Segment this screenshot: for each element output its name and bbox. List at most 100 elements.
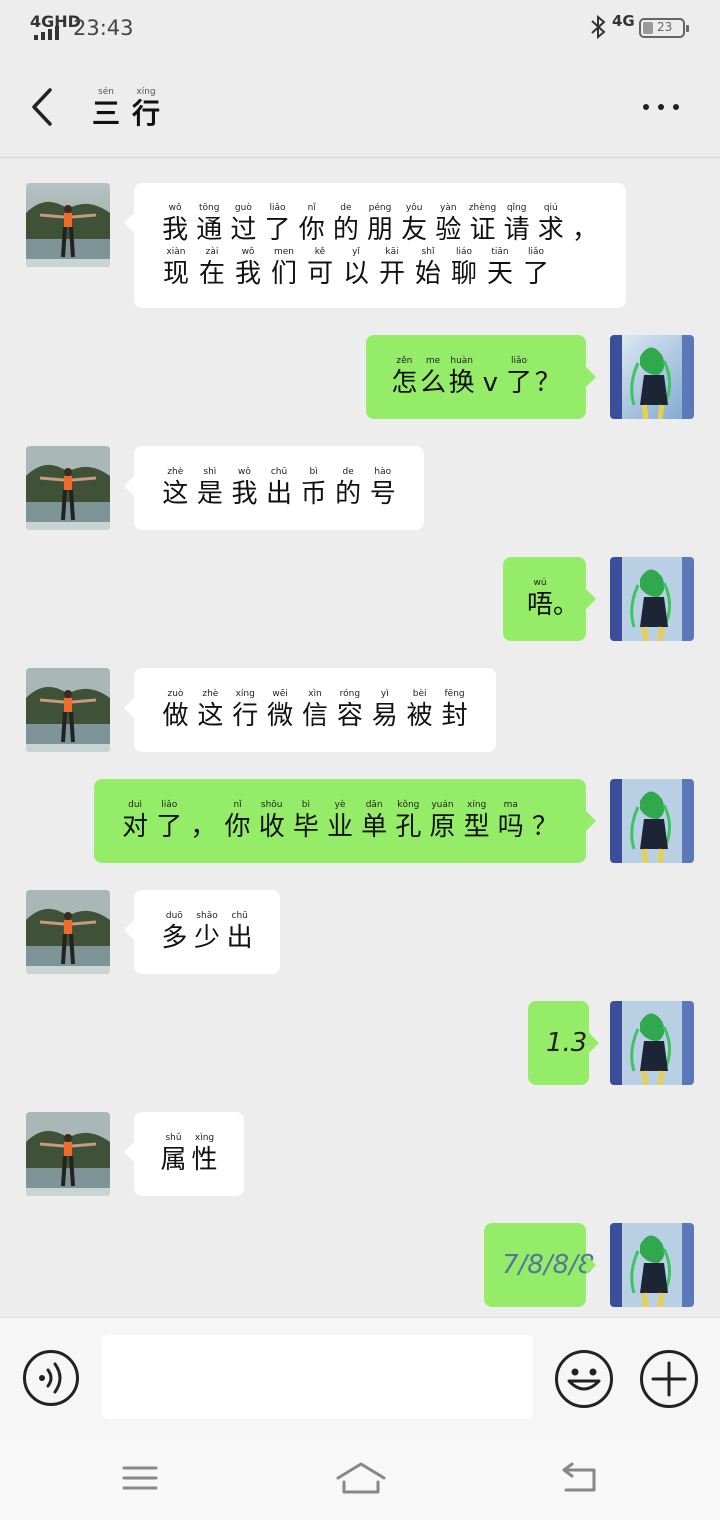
plus-icon[interactable] (639, 1349, 699, 1409)
hanzi: 请 (503, 214, 530, 245)
pinyin: shǎo (196, 911, 218, 921)
ruby-char: wǒ 我 (227, 466, 262, 510)
ruby-char: me 么 (419, 355, 448, 399)
hanzi: 这 (162, 479, 189, 509)
hanzi: 号 (369, 479, 396, 509)
ruby-char: wǒ 我 (230, 246, 266, 290)
message-bubble-out[interactable]: wú 唔。 (503, 557, 596, 641)
contact-avatar[interactable] (26, 1112, 110, 1196)
pinyin: bì (301, 800, 310, 810)
pinyin: bì (309, 467, 318, 477)
message-bubble-out[interactable]: zěn 怎 me 么 huàn 换 v liǎo 了？ (366, 335, 596, 419)
hanzi: 始 (414, 258, 441, 289)
ruby-char: liǎo 了 (260, 202, 294, 246)
ruby-char: péng 朋 (363, 202, 397, 246)
hanzi: 单 (361, 812, 388, 842)
ruby-char: kāi 开 (374, 246, 410, 290)
pinyin: liǎo (527, 246, 545, 257)
emoji-icon[interactable] (554, 1349, 614, 1409)
message-bubble-in[interactable]: zhè 这 shì 是 wǒ 我 chū 出 bì 币 de 的 hào 号 (124, 446, 424, 530)
hanzi: 业 (327, 812, 354, 842)
contact-avatar[interactable] (26, 446, 110, 530)
ruby-char: guò 过 (226, 202, 260, 246)
hanzi: 么 (420, 368, 447, 398)
my-avatar[interactable] (610, 557, 694, 641)
pinyin: duì (128, 800, 143, 810)
message-bubble-in[interactable]: shǔ 属 xìng 性 (124, 1112, 244, 1196)
input-bar (0, 1317, 720, 1436)
message-bubble-out[interactable]: duì 对 liǎo 了， nǐ 你 shōu 收 bì 毕 yè 业 dān 单 kǒng 孔 yuán 原 xí… (94, 779, 596, 863)
hanzi: 出 (266, 479, 293, 509)
hanzi: 你 (224, 812, 251, 842)
menu-icon[interactable] (120, 1462, 160, 1494)
ruby-char: liǎo 了 (505, 355, 534, 399)
hanzi: 币 (300, 479, 327, 509)
hanzi: 了 (522, 258, 549, 289)
back-arrow-icon[interactable] (22, 82, 66, 132)
voice-icon[interactable] (22, 1349, 80, 1407)
contact-avatar[interactable] (26, 890, 110, 974)
home-icon[interactable] (334, 1458, 388, 1498)
my-avatar[interactable] (610, 1223, 694, 1307)
ruby-char: ， (568, 202, 602, 246)
pinyin: péng (368, 202, 392, 213)
pinyin: duō (165, 911, 183, 921)
pinyin: yì (380, 689, 389, 699)
ruby-char: shì 是 (193, 466, 228, 510)
hanzi: 的 (332, 214, 359, 245)
pinyin: nǐ (233, 800, 242, 810)
hanzi: ， (571, 214, 598, 245)
ruby-char: qǐng 请 (500, 202, 534, 246)
my-avatar[interactable] (610, 779, 694, 863)
message-text: 1.3 (546, 1028, 588, 1058)
hanzi: 的 (335, 479, 362, 509)
hanzi: 可 (306, 258, 333, 289)
hanzi: ？ (534, 368, 561, 398)
hanzi: 行 (232, 701, 259, 731)
hanzi: 信 (302, 701, 329, 731)
message-input[interactable] (102, 1335, 533, 1419)
contact-avatar[interactable] (26, 183, 110, 267)
status-bar: 4GHD 23:43 4G 23 (0, 0, 720, 56)
hanzi: 易 (371, 701, 398, 731)
pinyin: qǐng (506, 202, 527, 213)
back-icon[interactable] (558, 1460, 602, 1496)
pinyin: wǒ (241, 246, 255, 257)
ruby-char: kě 可 (302, 246, 338, 290)
ruby-char: xìn 信 (298, 688, 333, 732)
hanzi: 性 (191, 1145, 218, 1175)
pinyin: liǎo (511, 356, 528, 366)
ruby-char: huàn 换 (447, 355, 476, 399)
hanzi: 我 (162, 214, 189, 245)
system-nav-bar (0, 1436, 720, 1520)
ruby-char: ？ (528, 799, 562, 843)
ruby-char: xíng 行 (128, 86, 164, 130)
hanzi: 验 (435, 214, 462, 245)
message-bubble-out[interactable]: 7/8/8/8 (484, 1223, 596, 1307)
message-bubble-in[interactable]: zuò 做 zhè 这 xíng 行 wēi 微 xìn 信 róng 容 yì 易 bèi 被 fēng 封 (124, 668, 496, 752)
message-list[interactable]: wǒ 我 tōng 通 guò 过 liǎo 了 nǐ 你 de 的 péng 朋 yǒu 友 yàn 验 zhèn… (0, 159, 720, 1317)
more-options-icon[interactable] (636, 92, 686, 122)
pinyin: yàn (440, 202, 457, 213)
hanzi: 聊 (450, 258, 477, 289)
hanzi: 容 (336, 701, 363, 731)
hanzi: ？ (531, 812, 558, 842)
pinyin: bèi (412, 689, 427, 699)
message-bubble-in[interactable]: wǒ 我 tōng 通 guò 过 liǎo 了 nǐ 你 de 的 péng 朋 yǒu 友 yàn 验 zhèn… (124, 183, 626, 308)
ruby-char: dān 单 (357, 799, 391, 843)
ruby-char: liǎo 了 (152, 799, 186, 843)
message-line: shǔ 属 xìng 性 (158, 1132, 220, 1176)
contact-avatar[interactable] (26, 668, 110, 752)
my-avatar[interactable] (610, 1001, 694, 1085)
message-bubble-in[interactable]: duō 多 shǎo 少 chū 出 (124, 890, 280, 974)
my-avatar[interactable] (610, 335, 694, 419)
message-bubble-out[interactable]: 1.3 (528, 1001, 599, 1085)
ruby-char: duì 对 (118, 799, 152, 843)
pinyin: de (342, 467, 354, 477)
ruby-char: liáo 聊 (446, 246, 482, 290)
hanzi: 微 (267, 701, 294, 731)
message-line: duō 多 shǎo 少 chū 出 (158, 910, 256, 954)
pinyin: wǒ (168, 202, 182, 213)
hanzi: 属 (160, 1145, 187, 1175)
ruby-char: tiān 天 (482, 246, 518, 290)
